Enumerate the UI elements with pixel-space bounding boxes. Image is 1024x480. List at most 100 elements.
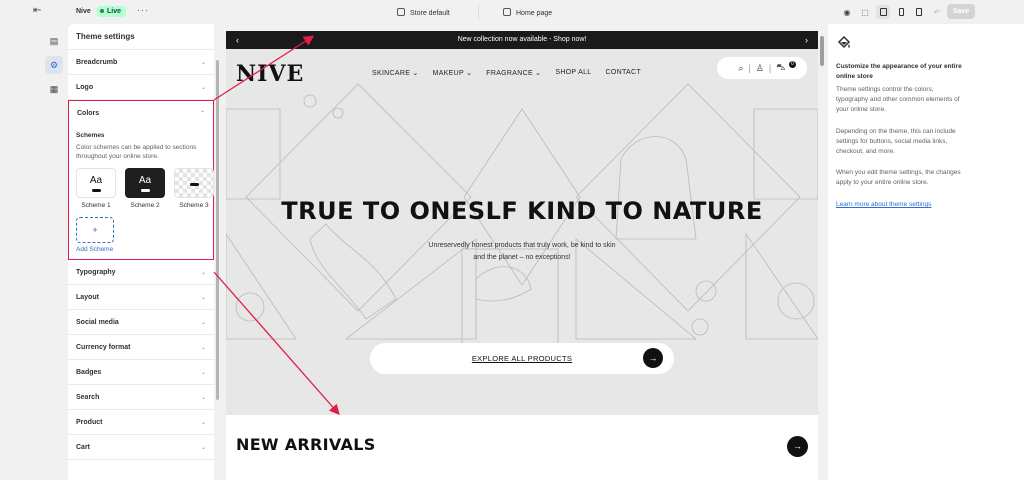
section-badges[interactable]: Badges ⌄ (68, 360, 214, 385)
nav-makeup[interactable]: MAKEUP (433, 69, 473, 77)
search-icon[interactable]: ⌕ (738, 63, 743, 74)
add-scheme-label[interactable]: Add Scheme (76, 246, 206, 253)
chevron-down-icon: ⌄ (200, 294, 206, 301)
divider (478, 4, 479, 20)
section-label: Currency format (76, 343, 131, 351)
save-button[interactable]: Save (947, 4, 975, 19)
announcement-text[interactable]: New collection now available - Shop now! (458, 36, 587, 43)
live-badge: Live (97, 6, 127, 17)
chevron-down-icon: ⌄ (200, 59, 206, 66)
paint-bucket-icon (837, 35, 851, 49)
section-label: Search (76, 393, 100, 401)
scheme-swatch: Aa (76, 168, 116, 198)
arrow-right-icon: → (643, 348, 663, 368)
apps-icon[interactable]: ▦ (45, 80, 63, 98)
storefront-preview: ‹ New collection now available - Shop no… (226, 31, 818, 480)
section-currency-format[interactable]: Currency format ⌄ (68, 335, 214, 360)
chevron-down-icon: ⌄ (200, 319, 206, 326)
section-social-media[interactable]: Social media ⌄ (68, 310, 214, 335)
scheme-swatch: Aa (125, 168, 165, 198)
section-breadcrumb[interactable]: Breadcrumb ⌄ (68, 50, 214, 75)
toolbar: ◉ ⬚ ↶ ↷ (840, 4, 962, 20)
mobile-view-icon[interactable] (894, 5, 908, 19)
section-logo[interactable]: Logo ⌄ (68, 75, 214, 100)
desktop-view-icon[interactable] (876, 5, 890, 19)
section-typography[interactable]: Typography ⌄ (68, 260, 214, 285)
section-cart[interactable]: Cart ⌄ (68, 435, 214, 460)
chevron-down-icon: ⌄ (200, 84, 206, 91)
preview-scrollbar[interactable] (820, 36, 824, 66)
exit-icon[interactable]: ⇤ (33, 6, 41, 16)
scheme-1[interactable]: Aa Scheme 1 (76, 168, 116, 209)
chevron-down-icon: ⌄ (200, 344, 206, 351)
section-label: Colors (77, 110, 100, 117)
store-logo[interactable]: NIVE (236, 61, 304, 87)
section-label: Cart (76, 443, 91, 451)
section-label: Typography (76, 268, 116, 276)
learn-more-link[interactable]: Learn more about theme settings (836, 201, 931, 208)
sections-icon[interactable]: ▤ (45, 32, 63, 50)
section-layout[interactable]: Layout ⌄ (68, 285, 214, 310)
section-search[interactable]: Search ⌄ (68, 385, 214, 410)
new-arrivals-heading: NEW ARRIVALS (236, 435, 376, 454)
cta-label: EXPLORE ALL PRODUCTS (471, 354, 573, 363)
info-paragraph: Depending on the theme, this can include… (836, 128, 956, 155)
section-label: Breadcrumb (76, 58, 118, 66)
chevron-down-icon: ⌄ (200, 419, 206, 426)
panel-title: Theme settings (68, 24, 214, 50)
theme-icon (397, 8, 405, 16)
arrow-right-icon[interactable]: → (787, 436, 808, 457)
hero-title: TRUE TO ONESLF KIND TO NATURE (281, 197, 763, 225)
scheme-list: Aa Scheme 1 Aa Scheme 2 Scheme 3 (76, 168, 214, 209)
top-bar: ⇤ Nive Live ··· Store default Home page … (0, 0, 1024, 24)
chevron-down-icon: ⌄ (200, 444, 206, 451)
chevron-down-icon: ⌄ (200, 369, 206, 376)
section-label: Layout (76, 293, 99, 301)
page-selector[interactable]: Home page (503, 8, 552, 17)
fullscreen-icon[interactable] (912, 5, 926, 19)
nav-fragrance[interactable]: FRAGRANCE (486, 69, 541, 77)
section-label: Social media (76, 318, 119, 326)
chevron-left-icon[interactable]: ‹ (236, 31, 239, 49)
colors-header[interactable]: Colors ⌃ (69, 101, 213, 126)
chevron-down-icon: ⌄ (200, 269, 206, 276)
info-paragraph: Theme settings control the colors, typog… (836, 86, 960, 113)
more-actions-button[interactable]: ··· (137, 5, 149, 15)
cart-count-badge: 0 (789, 61, 796, 68)
section-colors: Colors ⌃ Schemes Color schemes can be app… (68, 100, 214, 260)
scheme-label: Scheme 3 (179, 202, 209, 209)
theme-settings-panel: Theme settings Breadcrumb ⌄ Logo ⌄ Colors ⌃… (68, 24, 214, 480)
chevron-down-icon: ⌄ (200, 394, 206, 401)
home-icon (503, 8, 511, 16)
explore-products-button[interactable]: EXPLORE ALL PRODUCTS → (370, 343, 674, 374)
live-label: Live (107, 8, 122, 15)
hero-section: NIVE SKINCARE MAKEUP FRAGRANCE SHOP ALL … (226, 49, 818, 415)
panel-scrollbar[interactable] (216, 60, 219, 400)
scheme-swatch (174, 168, 214, 198)
page-label: Home page (516, 10, 553, 17)
nav-shop-all[interactable]: SHOP ALL (555, 69, 591, 77)
scheme-label: Scheme 1 (81, 202, 111, 209)
cart-icon[interactable]: ⛍ (776, 62, 785, 74)
section-product[interactable]: Product ⌄ (68, 410, 214, 435)
scheme-label: Scheme 2 (130, 202, 160, 209)
section-label: Product (76, 418, 103, 426)
add-scheme-button[interactable]: + (76, 217, 114, 243)
select-icon[interactable]: ⬚ (858, 5, 872, 19)
nav-contact[interactable]: CONTACT (605, 69, 640, 77)
main-nav: SKINCARE MAKEUP FRAGRANCE SHOP ALL CONTA… (372, 69, 641, 77)
inspector-icon[interactable]: ◉ (840, 5, 854, 19)
theme-selector[interactable]: Store default (397, 8, 450, 17)
chevron-right-icon[interactable]: › (805, 31, 808, 49)
announcement-bar: ‹ New collection now available - Shop no… (226, 31, 818, 49)
account-icon[interactable]: ♙ (756, 63, 764, 74)
hero-subtitle: Unreservedly honest products that truly … (428, 242, 616, 261)
theme-settings-icon[interactable]: ⚙ (45, 56, 63, 74)
scheme-2[interactable]: Aa Scheme 2 (125, 168, 165, 209)
scheme-3[interactable]: Scheme 3 (174, 168, 214, 209)
nav-skincare[interactable]: SKINCARE (372, 69, 419, 77)
undo-icon[interactable]: ↶ (930, 5, 944, 19)
live-dot-icon (100, 9, 104, 14)
schemes-heading: Schemes (76, 132, 105, 139)
section-label: Logo (76, 83, 94, 91)
